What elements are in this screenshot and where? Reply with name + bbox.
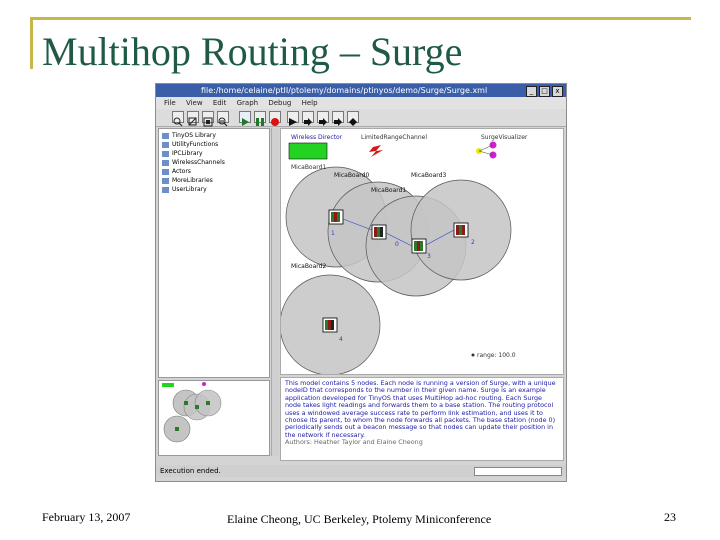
slide-title: Multihop Routing – Surge	[42, 29, 463, 74]
tree-item[interactable]: Actors	[162, 167, 191, 176]
maximize-button[interactable]: □	[539, 86, 550, 97]
micaboard0-label: MicaBoard0	[334, 172, 369, 179]
diamond-icon[interactable]	[347, 111, 359, 126]
node-id-label: 2	[471, 239, 475, 246]
footer-date: February 13, 2007	[42, 510, 131, 524]
node-id-label: 4	[339, 336, 343, 343]
micaboard2-label: MicaBoard2	[291, 263, 326, 270]
arrow-icon[interactable]	[302, 111, 314, 126]
documentation-text: This model contains 5 nodes. Each node i…	[285, 379, 556, 439]
menu-edit[interactable]: Edit	[213, 99, 227, 107]
node-id-label: 1	[331, 230, 335, 237]
stop-icon[interactable]	[269, 111, 281, 126]
zoom-in-icon[interactable]	[172, 111, 184, 127]
menu-help[interactable]: Help	[302, 99, 318, 107]
minimize-button[interactable]: _	[526, 86, 537, 97]
zoom-fit-icon[interactable]	[202, 111, 214, 127]
arrow-icon[interactable]	[332, 111, 344, 126]
window-controls: _ □ x	[526, 86, 563, 97]
tree-item[interactable]: TinyOS Library	[162, 131, 216, 140]
documentation-authors: Authors: Heather Taylor and Elaine Cheon…	[285, 438, 423, 447]
lightning-icon[interactable]	[369, 145, 383, 157]
run-icon[interactable]	[239, 111, 251, 126]
micaboard-label: MicaBoard1	[371, 187, 406, 194]
channel-label: LimitedRangeChannel	[361, 134, 427, 141]
overview-thumbnail	[162, 382, 222, 443]
status-text: Execution ended.	[160, 467, 221, 475]
panel-splitter[interactable]	[271, 128, 279, 456]
tree-item[interactable]: UtilityFunctions	[162, 140, 218, 149]
menu-view[interactable]: View	[186, 99, 203, 107]
slide-frame-top-rule	[30, 17, 691, 20]
model-graph: Wireless Director LimitedRangeChannel Su…	[279, 134, 528, 376]
tree-item[interactable]: IPCLibrary	[162, 149, 203, 158]
director-label: Wireless Director	[291, 134, 343, 141]
window-title: file:/home/celaine/ptII/ptolemy/domains/…	[201, 86, 488, 95]
footer-presenter: Elaine Cheong, UC Berkeley, Ptolemy Mini…	[227, 512, 492, 526]
arrow-icon[interactable]	[317, 111, 329, 126]
micaboard1-label: MicaBoard1	[291, 164, 326, 171]
library-panel: TinyOS Library UtilityFunctions IPCLibra…	[158, 128, 270, 456]
tree-item[interactable]: WirelessChannels	[162, 158, 225, 167]
library-tree[interactable]: TinyOS Library UtilityFunctions IPCLibra…	[158, 128, 270, 378]
micaboard3-label: MicaBoard3	[411, 172, 446, 179]
pause-icon[interactable]	[254, 111, 266, 126]
mica-node[interactable]	[328, 209, 344, 225]
model-documentation: This model contains 5 nodes. Each node i…	[280, 377, 564, 461]
slide-frame-left-rule	[30, 17, 33, 69]
close-button[interactable]: x	[552, 86, 563, 97]
page-number: 23	[664, 510, 676, 524]
surge-visualizer-label: SurgeVisualizer	[481, 134, 528, 141]
mica-node[interactable]	[411, 238, 427, 254]
range-parameter: range: 100.0	[477, 352, 516, 359]
arrow-icon[interactable]	[287, 111, 299, 126]
toolbar	[156, 109, 566, 127]
node-id-label: 3	[427, 253, 431, 260]
zoom-out-icon[interactable]	[217, 111, 229, 127]
model-overview[interactable]	[158, 380, 270, 456]
model-canvas[interactable]: Wireless Director LimitedRangeChannel Su…	[279, 128, 564, 376]
menu-bar: File View Edit Graph Debug Help	[156, 97, 566, 109]
menu-debug[interactable]: Debug	[268, 99, 291, 107]
status-bar: Execution ended.	[156, 465, 566, 477]
tree-item[interactable]: UserLibrary	[162, 185, 207, 194]
ptolemy-window: file:/home/celaine/ptII/ptolemy/domains/…	[155, 83, 567, 482]
tree-item[interactable]: MoreLibraries	[162, 176, 213, 185]
mica-node[interactable]	[322, 317, 338, 333]
wireless-director[interactable]	[288, 142, 328, 160]
range-bullet-icon	[471, 353, 475, 357]
window-titlebar[interactable]: file:/home/celaine/ptII/ptolemy/domains/…	[156, 84, 566, 97]
node-id-label: 0	[395, 241, 399, 248]
range-circles	[279, 166, 512, 376]
mica-node[interactable]	[453, 222, 469, 238]
menu-graph[interactable]: Graph	[237, 99, 258, 107]
progress-field	[474, 467, 562, 476]
zoom-reset-icon[interactable]	[187, 111, 199, 126]
mica-node[interactable]	[371, 224, 387, 240]
menu-file[interactable]: File	[164, 99, 176, 107]
